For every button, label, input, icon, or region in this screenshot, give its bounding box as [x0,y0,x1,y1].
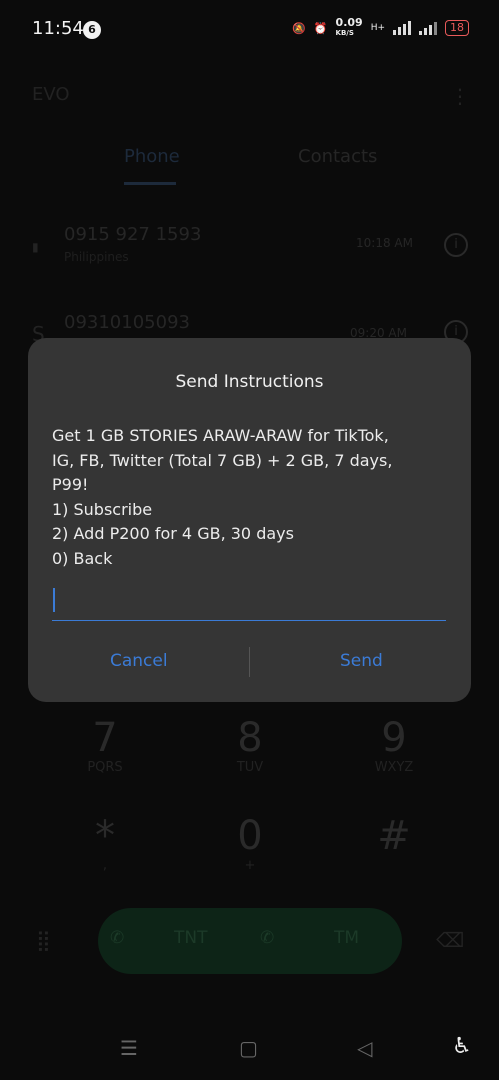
dialpad-icon[interactable]: ⣿ [36,928,51,952]
recent-call-number[interactable]: 0915 927 1593 [64,224,201,245]
keypad-key-hash[interactable]: # [354,814,434,858]
keypad-key-0[interactable]: 0 + [210,814,290,873]
back-icon[interactable]: ◁ [357,1036,372,1060]
alarm-icon: ⏰ [313,21,328,35]
accessibility-icon[interactable]: ♿ [452,1034,472,1059]
backspace-icon[interactable]: ⌫ [436,928,464,952]
info-icon[interactable]: i [444,233,468,257]
mute-notifications-icon: 🔕 [292,21,306,35]
notification-count-badge: 6 [83,21,101,39]
dialog-message: Get 1 GB STORIES ARAW-ARAW for TikTok, I… [52,426,393,568]
call-buttons-bar: ✆ TNT ✆ TM [98,908,402,974]
phone-sim1-icon: ✆ [110,928,125,948]
call-sim1-button[interactable]: TNT [174,928,208,948]
dialog-title: Send Instructions [175,372,324,392]
phone-sim2-icon: ✆ [260,928,275,948]
send-button[interactable]: Send [340,651,383,671]
call-sim2-button[interactable]: TM [334,928,359,948]
status-time: 11:54 [32,18,84,39]
keypad-key-7[interactable]: 7 PQRS [65,716,145,775]
signal-strength-icon [393,21,411,35]
keypad-key-star[interactable]: *, [65,814,145,873]
keypad-key-8[interactable]: 8 TUV [210,716,290,775]
network-speed: 0.09 KB/S [335,16,363,37]
more-options-icon[interactable]: ⋮ [450,84,470,108]
cancel-button[interactable]: Cancel [110,651,168,671]
text-cursor [53,588,55,612]
status-icons: 🔕 ⏰ 0.09 KB/S H+ 18 [292,16,469,38]
tab-contacts[interactable]: Contacts [298,146,377,167]
signal-strength-sim2-icon [419,21,437,35]
button-divider [249,647,250,677]
recent-call-number[interactable]: 09310105093 [64,312,190,333]
sim-icon: ▮ [32,240,39,254]
response-input[interactable] [52,582,446,621]
network-type: H+ [370,23,385,33]
keypad-key-9[interactable]: 9 WXYZ [354,716,434,775]
tab-phone[interactable]: Phone [124,146,180,167]
recent-call-location: Philippines [64,250,129,264]
recent-apps-icon[interactable]: ☰ [120,1036,138,1060]
app-title: EVO [32,84,70,105]
recent-call-time: 10:18 AM [356,236,413,250]
ussd-dialog: Send Instructions Get 1 GB STORIES ARAW-… [28,338,471,702]
home-icon[interactable]: ▢ [239,1036,258,1060]
tab-active-indicator [124,182,176,185]
battery-level: 18 [445,20,469,36]
